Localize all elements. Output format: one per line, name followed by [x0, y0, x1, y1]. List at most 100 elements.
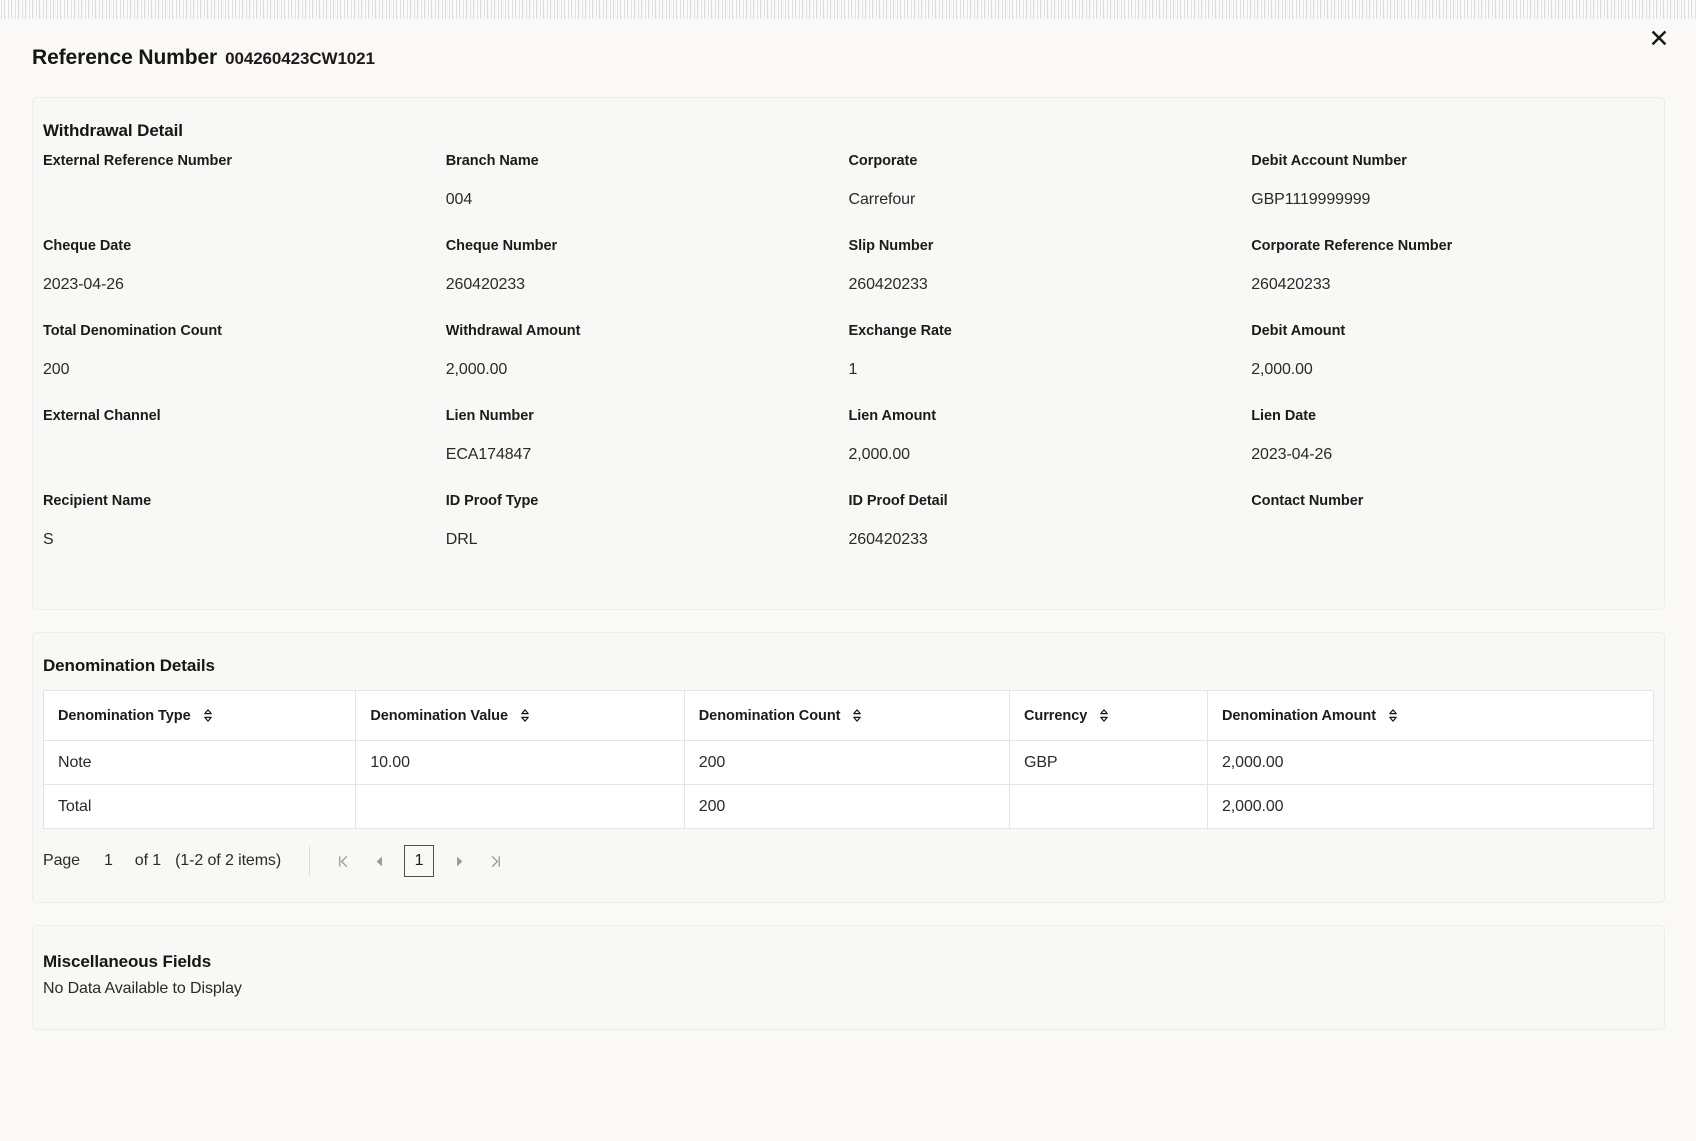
pagination-item-range: (1-2 of 2 items) [175, 852, 281, 870]
detail-field: Lien Number ECA174847 [446, 406, 849, 491]
detail-field: ID Proof Detail 260420233 [849, 491, 1252, 576]
detail-field: ID Proof TypeDRL [446, 491, 849, 576]
sort-icon[interactable] [1098, 708, 1110, 723]
detail-field-value: 2,000.00 [849, 444, 1238, 466]
denomination-table-header-row: Denomination Type Denomination Value Denom… [44, 691, 1654, 741]
detail-field-label: Withdrawal Amount [446, 321, 835, 341]
page-title: Reference Number [32, 46, 217, 70]
detail-field: External Reference Number [43, 151, 446, 236]
table-row[interactable]: Total 200 2,000.00 [44, 785, 1654, 829]
table-column-header[interactable]: Denomination Type [44, 691, 356, 741]
detail-field-value: GBP1119999999 [1251, 189, 1640, 211]
detail-field-label: ID Proof Detail [849, 491, 1238, 511]
table-row[interactable]: Note10.00200GBP2,000.00 [44, 741, 1654, 785]
sort-icon[interactable] [1387, 708, 1399, 723]
pagination-current-page: 1 [104, 852, 113, 870]
detail-field-value: 2,000.00 [1251, 359, 1640, 381]
table-cell-amount: 2,000.00 [1208, 785, 1654, 829]
pagination-total-pages: of 1 [135, 852, 161, 870]
pagination-bar: Page 1 of 1 (1-2 of 2 items) 1 [33, 845, 1664, 877]
sort-icon[interactable] [851, 708, 863, 723]
withdrawal-detail-title: Withdrawal Detail [33, 98, 1664, 141]
denomination-table-wrapper: Denomination Type Denomination Value Denom… [33, 690, 1664, 829]
background-texture-strip [0, 0, 1696, 19]
detail-field: External Channel [43, 406, 446, 491]
page-header: Reference Number 004260423CW1021 [32, 46, 375, 70]
table-column-header[interactable]: Denomination Value [356, 691, 684, 741]
detail-field-label: Lien Number [446, 406, 835, 426]
close-icon[interactable]: ✕ [1642, 22, 1676, 56]
detail-field: Slip Number 260420233 [849, 236, 1252, 321]
pagination-page-input[interactable]: 1 [404, 845, 434, 877]
detail-field: Exchange Rate 1 [849, 321, 1252, 406]
denomination-table: Denomination Type Denomination Value Denom… [43, 690, 1654, 829]
detail-field: Cheque Number260420233 [446, 236, 849, 321]
detail-field: Branch Name 004 [446, 151, 849, 236]
table-column-label: Denomination Count [699, 708, 841, 724]
detail-field-value: 260420233 [849, 274, 1238, 296]
detail-field-value: 260420233 [849, 529, 1238, 551]
detail-field: Cheque Date 2023-04-26 [43, 236, 446, 321]
detail-field-label: ID Proof Type [446, 491, 835, 511]
detail-field-value: S [43, 529, 432, 551]
detail-field-label: Lien Date [1251, 406, 1640, 426]
detail-field-value: 260420233 [446, 274, 835, 296]
table-cell-value [356, 785, 684, 829]
detail-field: Lien Date 2023-04-26 [1251, 406, 1654, 491]
denomination-table-body: Note10.00200GBP2,000.00Total 200 2,000.00 [44, 741, 1654, 829]
detail-field-value: 1 [849, 359, 1238, 381]
detail-field-label: Contact Number [1251, 491, 1640, 511]
table-column-label: Denomination Type [58, 708, 191, 724]
detail-field: Corporate Reference Number 260420233 [1251, 236, 1654, 321]
detail-field: Withdrawal Amount2,000.00 [446, 321, 849, 406]
next-page-icon[interactable] [444, 846, 474, 876]
detail-field-label: Total Denomination Count [43, 321, 432, 341]
table-cell-count: 200 [684, 785, 1009, 829]
detail-field-value: ECA174847 [446, 444, 835, 466]
table-cell-currency: GBP [1009, 741, 1207, 785]
detail-field-label: Corporate Reference Number [1251, 236, 1640, 256]
table-column-label: Currency [1024, 708, 1087, 724]
detail-field-label: Exchange Rate [849, 321, 1238, 341]
first-page-icon[interactable] [328, 846, 358, 876]
table-cell-amount: 2,000.00 [1208, 741, 1654, 785]
reference-number-value: 004260423CW1021 [225, 49, 375, 69]
detail-field-value: 200 [43, 359, 432, 381]
withdrawal-detail-card: Withdrawal Detail External Reference Num… [32, 97, 1665, 610]
miscellaneous-empty-message: No Data Available to Display [33, 972, 1664, 998]
table-column-label: Denomination Amount [1222, 708, 1376, 724]
detail-field-label: Corporate [849, 151, 1238, 171]
detail-field-label: External Reference Number [43, 151, 432, 171]
table-column-header[interactable]: Denomination Amount [1208, 691, 1654, 741]
withdrawal-detail-fields: External Reference Number Branch Name 004 C… [33, 151, 1664, 576]
table-column-header[interactable]: Currency [1009, 691, 1207, 741]
detail-field-label: Branch Name [446, 151, 835, 171]
table-cell-value: 10.00 [356, 741, 684, 785]
withdrawal-detail-page: ✕ Reference Number 004260423CW1021 Withd… [0, 0, 1696, 1141]
detail-field-value: 004 [446, 189, 835, 211]
sort-icon[interactable] [202, 708, 214, 723]
table-column-label: Denomination Value [370, 708, 508, 724]
detail-field: Lien Amount 2,000.00 [849, 406, 1252, 491]
detail-field-value: Carrefour [849, 189, 1238, 211]
detail-field-value: 260420233 [1251, 274, 1640, 296]
detail-field-label: Lien Amount [849, 406, 1238, 426]
detail-field: Debit Account Number GBP1119999999 [1251, 151, 1654, 236]
table-cell-currency [1009, 785, 1207, 829]
detail-field-value: 2023-04-26 [43, 274, 432, 296]
detail-field-label: Cheque Date [43, 236, 432, 256]
sort-icon[interactable] [519, 708, 531, 723]
previous-page-icon[interactable] [364, 846, 394, 876]
table-column-header[interactable]: Denomination Count [684, 691, 1009, 741]
last-page-icon[interactable] [480, 846, 510, 876]
detail-field-label: Slip Number [849, 236, 1238, 256]
detail-field: Total Denomination Count 200 [43, 321, 446, 406]
detail-field-label: Debit Account Number [1251, 151, 1640, 171]
table-cell-type: Total [44, 785, 356, 829]
table-cell-type: Note [44, 741, 356, 785]
detail-field-label: Debit Amount [1251, 321, 1640, 341]
denomination-details-title: Denomination Details [33, 633, 1664, 676]
detail-field-value: 2023-04-26 [1251, 444, 1640, 466]
detail-field-label: Recipient Name [43, 491, 432, 511]
denomination-details-card: Denomination Details Denomination TypeDe… [32, 632, 1665, 903]
